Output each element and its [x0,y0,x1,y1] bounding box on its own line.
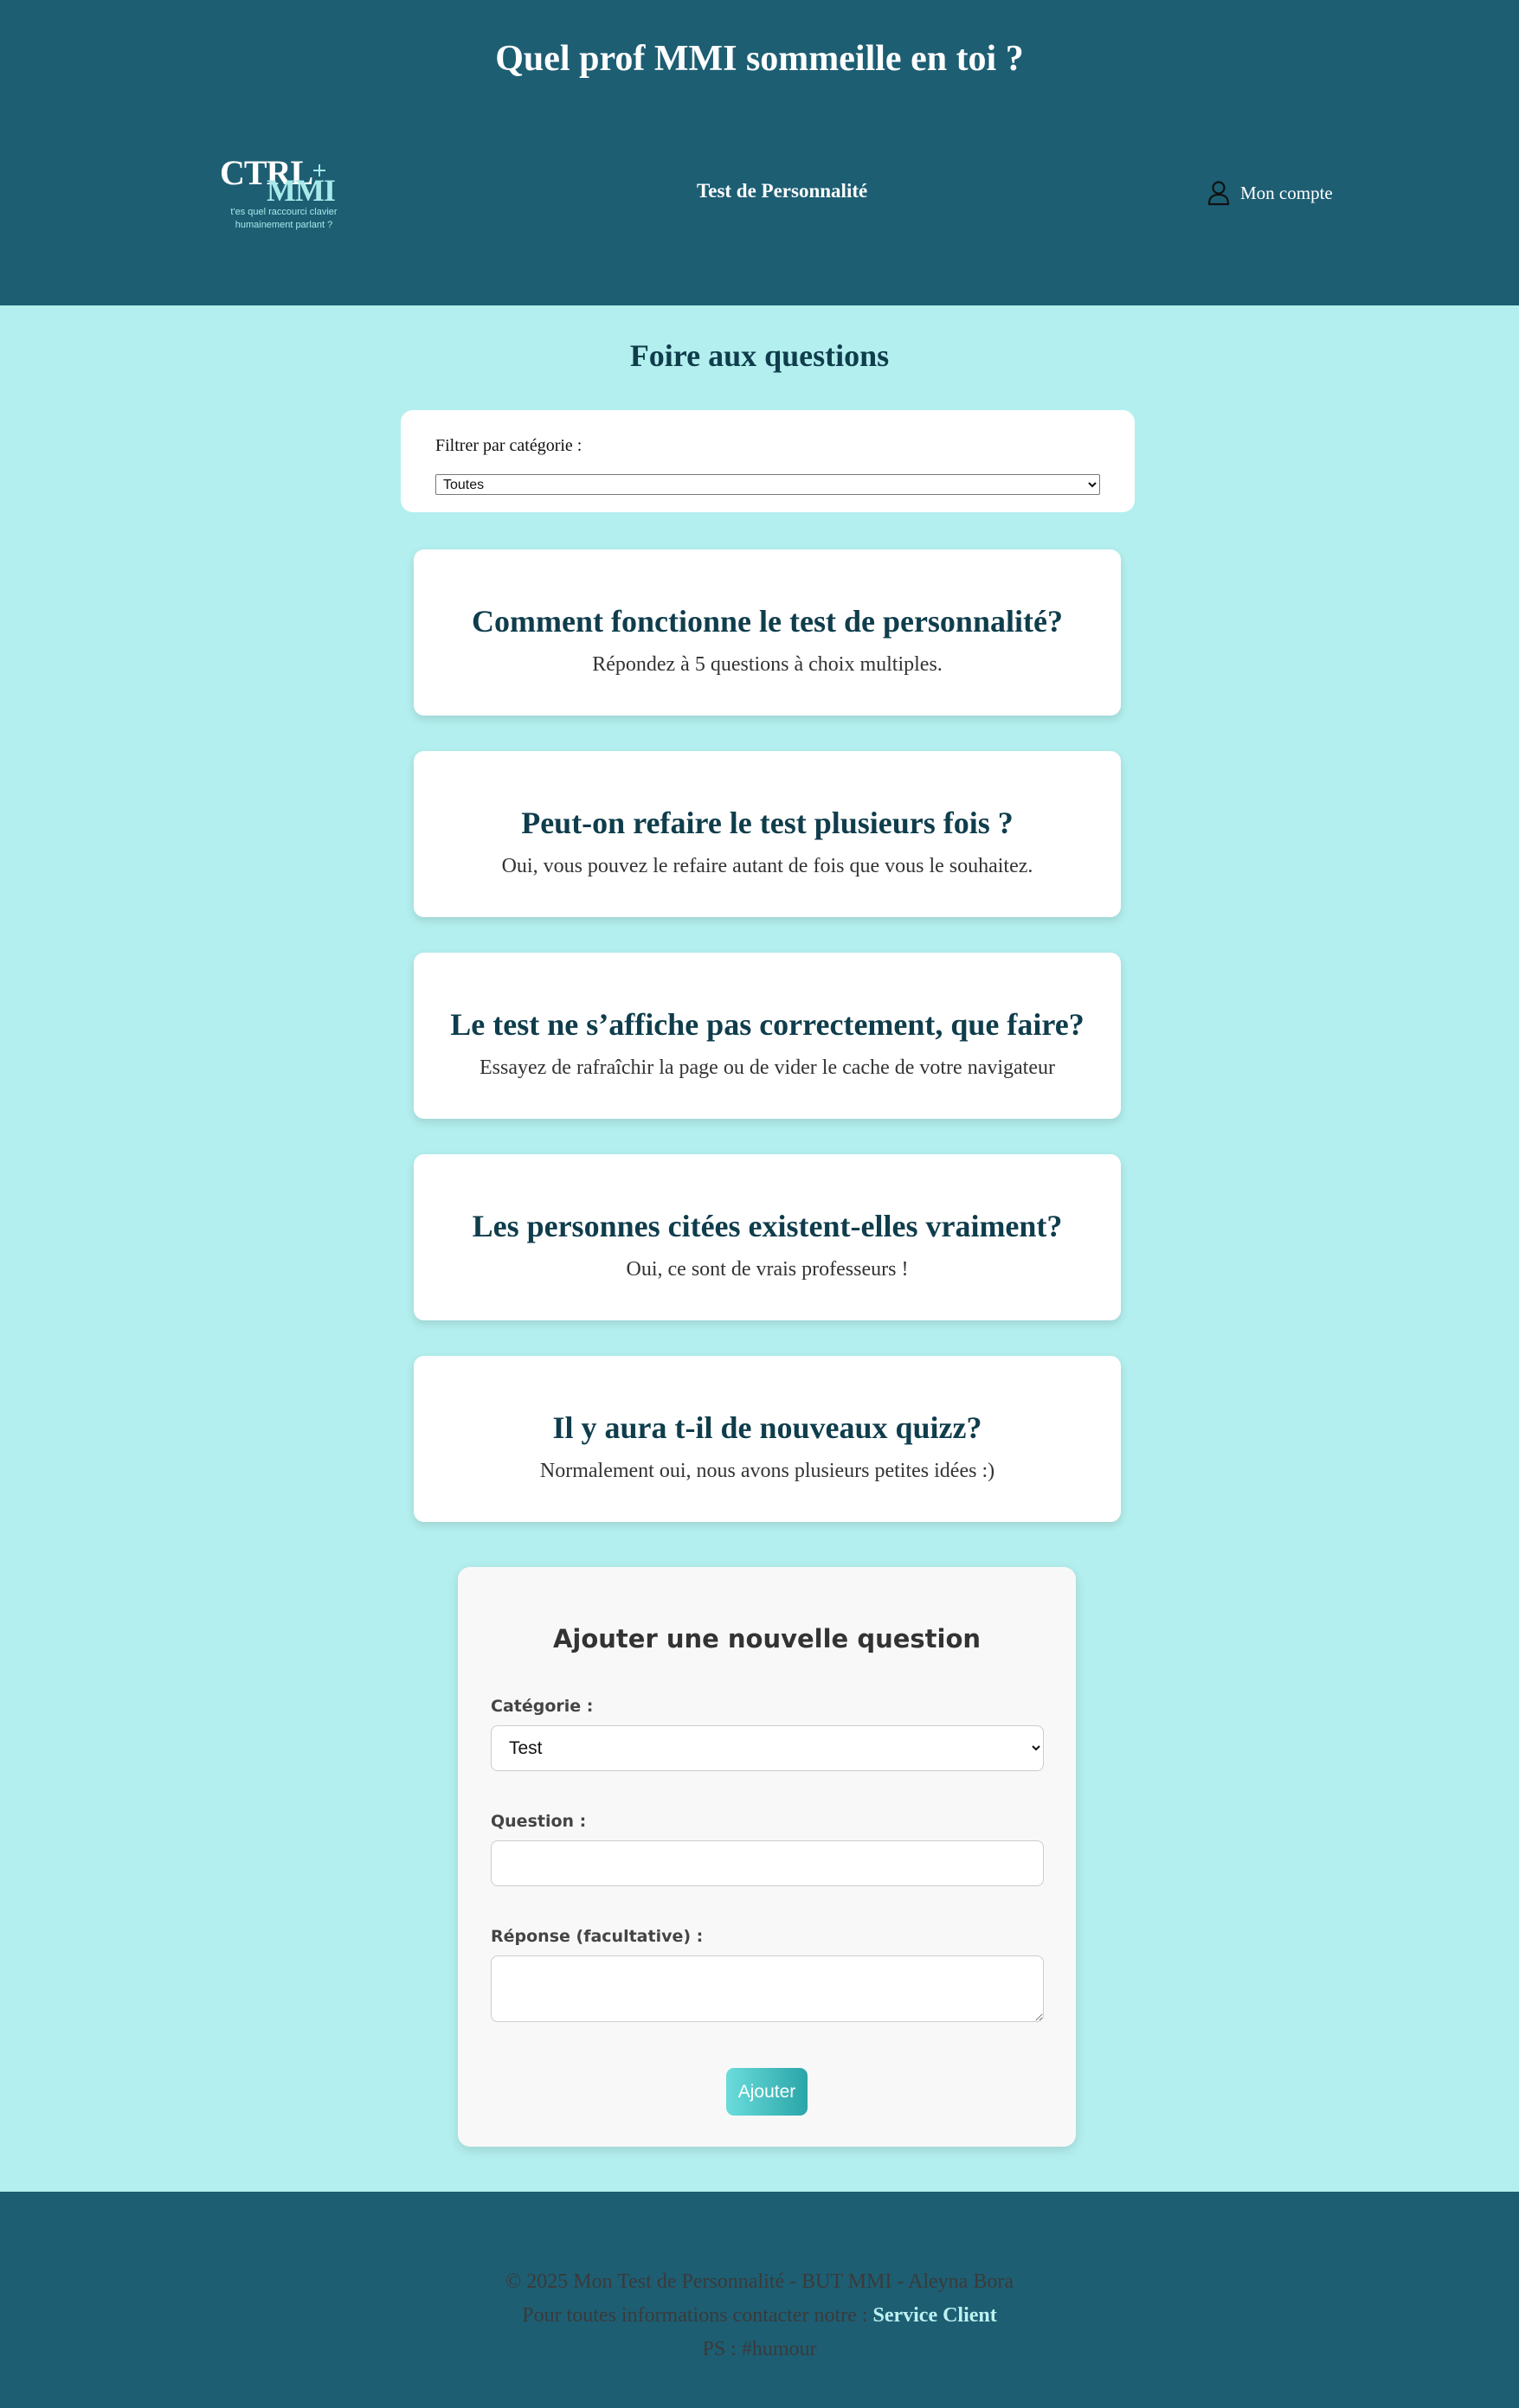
account-link[interactable]: Mon compte [1207,180,1333,206]
user-icon [1207,181,1230,206]
faq-answer: Répondez à 5 questions à choix multiples… [592,653,943,676]
logo-tagline: t'es quel raccourci clavier humainement … [218,206,350,232]
footer-ps: PS : #humour [702,2338,817,2360]
faq-question: Le test ne s’affiche pas correctement, q… [450,1007,1085,1042]
question-label: Question : [491,1812,587,1831]
account-label: Mon compte [1240,182,1333,203]
faq-answer: Normalement oui, nous avons plusieurs pe… [539,1460,995,1482]
answer-label: Réponse (facultative) : [491,1927,704,1946]
add-question-button[interactable]: Ajouter [726,2068,808,2116]
footer-copyright: © 2025 Mon Test de Personnalité - BUT MM… [505,2270,1014,2293]
logo-tagline-line-2: humainement parlant ? [235,220,333,230]
faq-item: Peut-on refaire le test plusieurs fois ?… [414,751,1121,917]
faq-answer: Oui, vous pouvez le refaire autant de fo… [501,855,1033,877]
nav-link-personality-test[interactable]: Test de Personnalité [697,180,867,202]
faq-answer: Essayez de rafraîchir la page ou de vide… [480,1056,1055,1079]
footer-contact-prefix: Pour toutes informations contacter notre… [522,2304,868,2327]
category-filter-select[interactable]: Toutes [435,474,1100,495]
faq-question: Peut-on refaire le test plusieurs fois ? [521,806,1014,840]
faq-item: Le test ne s’affiche pas correctement, q… [414,953,1121,1119]
customer-service-link[interactable]: Service Client [872,2304,996,2327]
ctrl-mmi-logo[interactable]: CTRL MMI t'es quel raccourci clavier hum… [218,156,350,234]
category-filter-box: Filtrer par catégorie : Toutes [401,410,1135,512]
category-select[interactable]: Test [491,1725,1044,1771]
faq-item: Les personnes citées existent-elles vrai… [414,1154,1121,1320]
question-input[interactable] [491,1840,1044,1886]
add-question-form: Ajouter une nouvelle question Catégorie … [458,1567,1076,2147]
faq-question: Il y aura t-il de nouveaux quizz? [552,1410,982,1445]
site-header: Quel prof MMI sommeille en toi ? CTRL MM… [0,0,1519,305]
faq-question: Les personnes citées existent-elles vrai… [472,1209,1063,1243]
site-footer: © 2025 Mon Test de Personnalité - BUT MM… [0,2192,1519,2408]
answer-textarea[interactable] [491,1955,1044,2022]
logo-mmi-text: MMI [267,173,336,208]
faq-item: Il y aura t-il de nouveaux quizz? Normal… [414,1356,1121,1522]
site-title: Quel prof MMI sommeille en toi ? [495,39,1024,79]
faq-item: Comment fonctionne le test de personnali… [414,549,1121,716]
category-label: Catégorie : [491,1697,594,1716]
category-filter-label: Filtrer par catégorie : [435,436,582,455]
footer-contact: Pour toutes informations contacter notre… [0,2304,1519,2328]
faq-question: Comment fonctionne le test de personnali… [472,604,1063,639]
faq-answer: Oui, ce sont de vrais professeurs ! [626,1258,909,1281]
logo-tagline-line-1: t'es quel raccourci clavier [230,207,338,217]
faq-title: Foire aux questions [629,338,890,373]
add-question-title: Ajouter une nouvelle question [552,1624,982,1653]
